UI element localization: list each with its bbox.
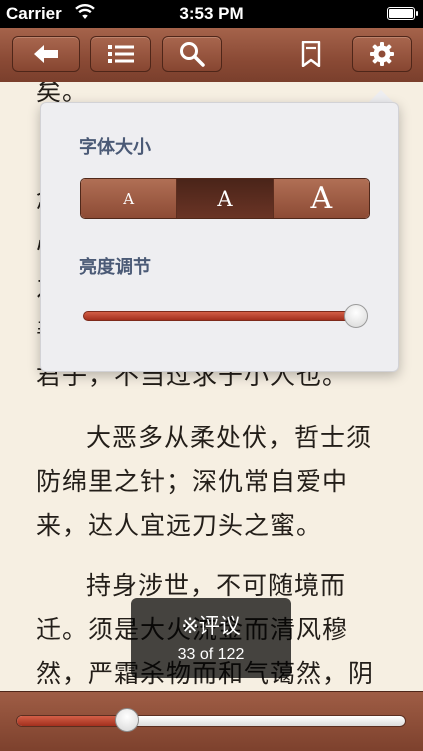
progress-fill — [17, 716, 131, 726]
paragraph: 大恶多从柔处伏，哲士须防绵里之针；深仇常自爱中来，达人宜远刀头之蜜。 — [36, 416, 391, 548]
back-button[interactable] — [12, 36, 80, 72]
clock: 3:53 PM — [179, 4, 244, 23]
battery-icon — [387, 7, 418, 20]
font-size-large[interactable]: A — [273, 179, 369, 218]
font-size-small[interactable]: A — [81, 179, 178, 218]
font-size-medium[interactable]: A — [177, 179, 274, 218]
top-toolbar — [0, 28, 423, 83]
search-icon — [180, 42, 205, 67]
bottom-toolbar — [0, 691, 423, 751]
brightness-slider-track[interactable] — [83, 311, 365, 321]
font-size-segmented-control: A A A — [80, 178, 370, 219]
table-of-contents-button[interactable] — [90, 36, 151, 72]
status-bar: Carrier 3:53 PM — [0, 0, 423, 28]
page-indicator-tooltip: ※评议 33 of 122 — [131, 598, 291, 678]
gear-icon — [370, 42, 394, 66]
brightness-slider-thumb[interactable] — [344, 304, 368, 328]
bookmark-button[interactable] — [298, 38, 324, 72]
font-size-label: 字体大小 — [79, 137, 151, 158]
bookmark-icon — [301, 41, 321, 67]
chapter-title: ※评议 — [181, 614, 241, 638]
settings-button[interactable] — [352, 36, 412, 72]
brightness-label: 亮度调节 — [79, 257, 151, 278]
page-number-text: 33 of 122 — [177, 646, 245, 663]
back-arrow-icon — [34, 45, 58, 63]
settings-popover: 字体大小 A A A 亮度调节 — [40, 102, 399, 372]
search-button[interactable] — [162, 36, 222, 72]
paragraph-text: 大恶多从柔处伏，哲士须防绵里之针；深仇常自爱中来，达人宜远刀头之蜜。 — [36, 423, 373, 540]
page-progress-slider[interactable] — [16, 715, 406, 727]
page-progress-thumb[interactable] — [114, 708, 139, 732]
list-icon — [107, 45, 134, 63]
